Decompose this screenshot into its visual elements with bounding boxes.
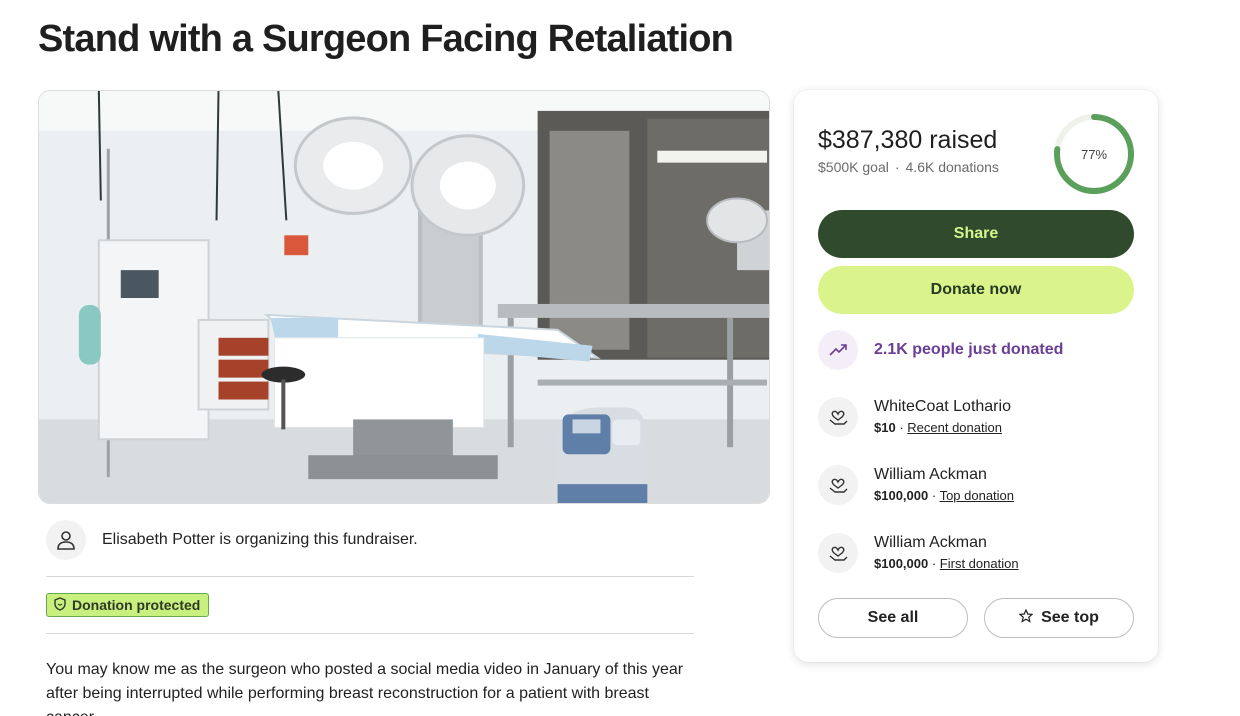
badge-label: Donation protected — [72, 597, 201, 613]
person-icon — [46, 520, 86, 560]
heart-hand-icon — [818, 465, 858, 505]
star-icon — [1018, 608, 1034, 628]
first-donation-link[interactable]: First donation — [940, 556, 1019, 571]
trend-text: 2.1K people just donated — [874, 341, 1064, 358]
separator: · — [894, 159, 900, 175]
see-top-button[interactable]: See top — [984, 598, 1134, 638]
operating-room-illustration — [39, 91, 769, 503]
top-donation-link[interactable]: Top donation — [940, 488, 1014, 503]
goal-meta: $500K goal · 4.6K donations — [818, 159, 999, 175]
hero-image — [38, 90, 770, 504]
donor-name: WhiteCoat Lothario — [874, 398, 1011, 415]
see-all-label: See all — [867, 609, 919, 626]
story-text: You may know me as the surgeon who poste… — [46, 661, 684, 716]
donor-detail: $100,000 · Top donation — [874, 488, 1015, 503]
share-button[interactable]: Share — [818, 210, 1134, 258]
donation-card: $387,380 raised $500K goal · 4.6K donation… — [794, 90, 1158, 662]
donate-now-button[interactable]: Donate now — [818, 266, 1134, 314]
heart-hand-icon — [818, 397, 858, 437]
donor-amount: $100,000 — [874, 556, 929, 571]
donation-count: 4.6K donations — [905, 159, 999, 175]
donor-detail: $100,000 · First donation — [874, 556, 1019, 571]
see-all-button[interactable]: See all — [818, 598, 968, 638]
heart-hand-icon — [818, 533, 858, 573]
donor-detail: $10 · Recent donation — [874, 420, 1002, 435]
page-title: Stand with a Surgeon Facing Retaliation — [38, 18, 734, 60]
goal-text: $500K goal — [818, 159, 889, 175]
trending-up-icon — [818, 330, 858, 370]
recent-donations-trend: 2.1K people just donated — [818, 330, 1063, 370]
donor-item: William Ackman $100,000 · Top donation — [818, 463, 1014, 507]
amount-raised: $387,380 raised — [818, 126, 998, 154]
donor-amount: $10 — [874, 420, 896, 435]
progress-percent: 77% — [1080, 146, 1108, 162]
donor-item: WhiteCoat Lothario $10 · Recent donation — [818, 395, 1011, 439]
organizer-row: Elisabeth Potter is organizing this fund… — [46, 520, 418, 560]
divider — [46, 576, 694, 577]
donor-name: William Ackman — [874, 534, 987, 551]
donation-protected-badge[interactable]: Donation protected — [46, 593, 210, 617]
donor-amount: $100,000 — [874, 488, 929, 503]
donor-item: William Ackman $100,000 · First donation — [818, 531, 1019, 575]
donor-name: William Ackman — [874, 466, 987, 483]
divider — [46, 633, 694, 634]
shield-icon — [53, 596, 67, 614]
see-top-label: See top — [1041, 609, 1099, 626]
recent-donation-link[interactable]: Recent donation — [907, 420, 1002, 435]
organizer-text: Elisabeth Potter is organizing this fund… — [102, 531, 418, 548]
